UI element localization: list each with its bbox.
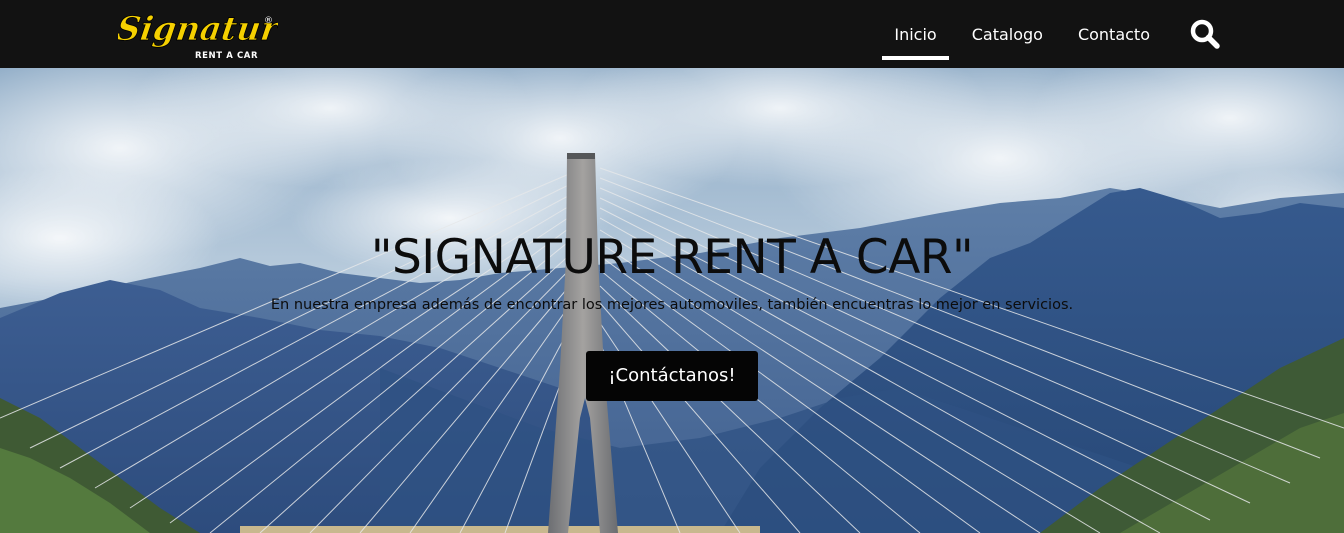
contact-cta-button[interactable]: ¡Contáctanos! (586, 351, 758, 401)
search-icon (1190, 19, 1220, 49)
svg-text:®: ® (264, 16, 273, 26)
nav-item-label: Inicio (894, 24, 937, 44)
search-button[interactable] (1188, 17, 1222, 51)
signature-logo-graphic: Signature ® RENT A CAR (118, 9, 278, 61)
nav-item-inicio[interactable]: Inicio (882, 0, 950, 68)
nav-item-label: Catalogo (971, 24, 1043, 44)
top-navbar: Signature ® RENT A CAR Inicio Catalogo C… (0, 0, 1344, 68)
nav-item-catalogo[interactable]: Catalogo (960, 0, 1055, 68)
main-nav: Inicio Catalogo Contacto (871, 0, 1222, 68)
svg-text:Signature: Signature (118, 9, 278, 48)
brand-logo[interactable]: Signature ® RENT A CAR (118, 6, 278, 64)
hero-content: "SIGNATURE RENT A CAR" En nuestra empres… (0, 223, 1344, 401)
nav-item-contacto[interactable]: Contacto (1066, 0, 1162, 68)
nav-item-label: Contacto (1077, 24, 1150, 44)
hero-subtitle: En nuestra empresa además de encontrar l… (270, 297, 1074, 313)
hero-title: "SIGNATURE RENT A CAR" (370, 230, 974, 285)
hero-section: "SIGNATURE RENT A CAR" En nuestra empres… (0, 68, 1344, 533)
svg-text:RENT A CAR: RENT A CAR (195, 51, 258, 61)
